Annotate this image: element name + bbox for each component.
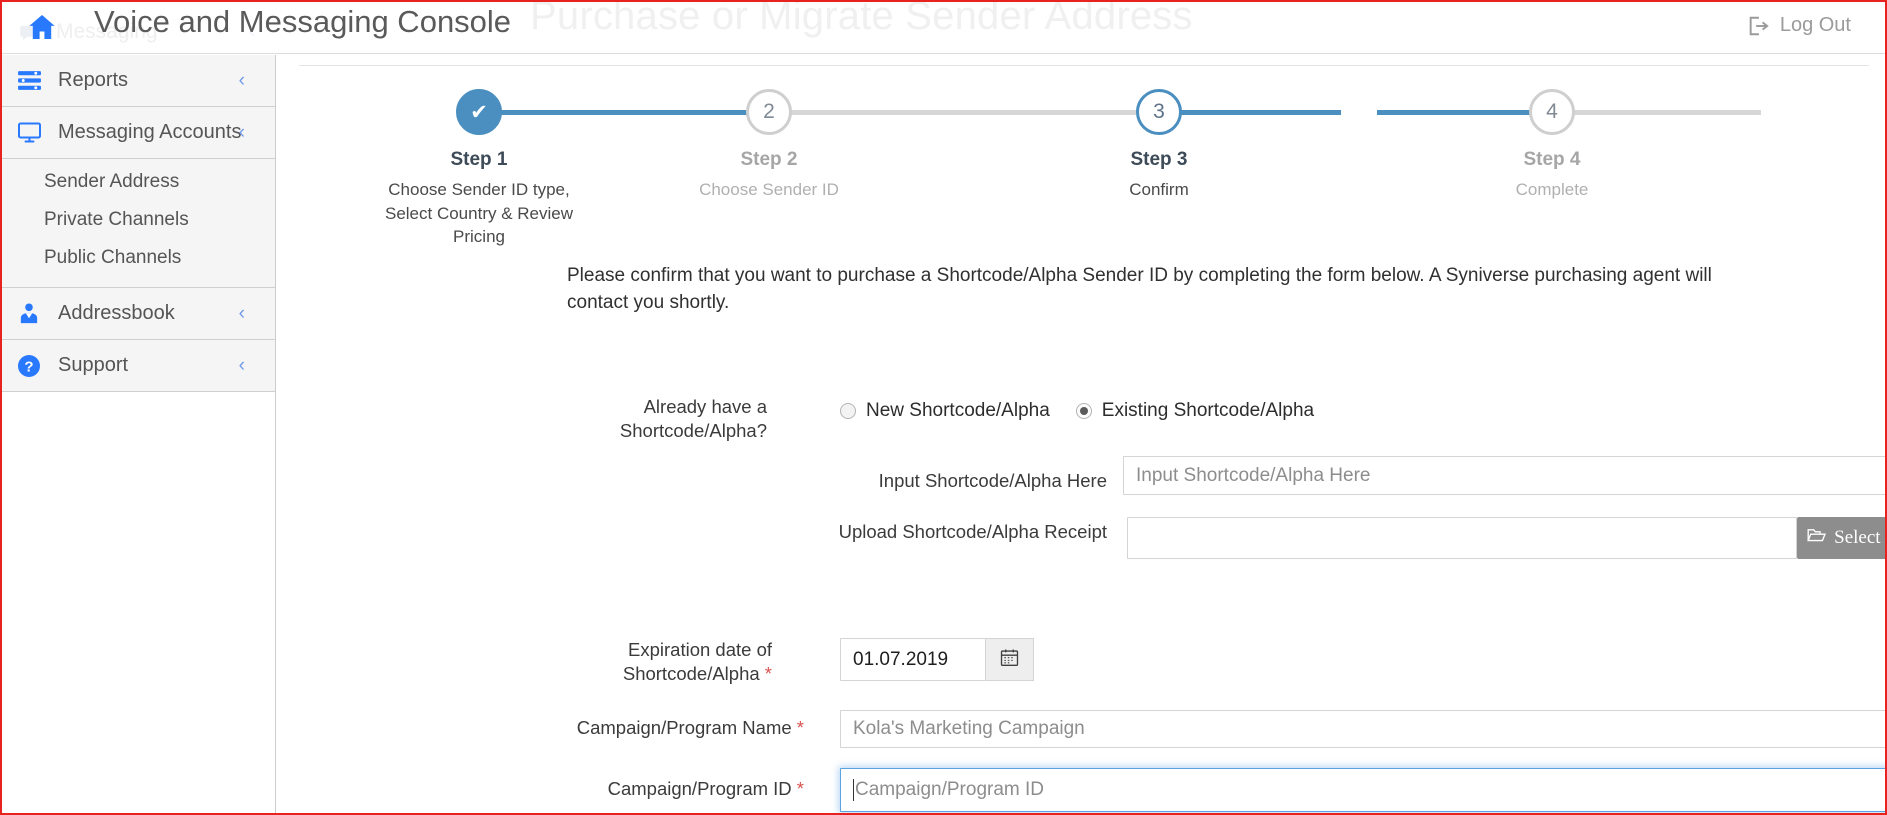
stepper-connector-1a bbox=[487, 110, 769, 115]
step-1-subtitle-line2: Select Country & Review Pricing bbox=[384, 204, 574, 246]
sidebar-item-reports[interactable]: Reports ‹ bbox=[2, 55, 275, 107]
sidebar-item-addressbook[interactable]: Addressbook ‹ bbox=[2, 288, 275, 340]
calendar-icon bbox=[1000, 648, 1019, 672]
campaign-id-label: Campaign/Program ID * bbox=[607, 778, 804, 799]
sidebar: Reports ‹ Messaging Accounts ‹ Sender Ad… bbox=[2, 55, 276, 813]
radio-new-shortcode-label[interactable]: New Shortcode/Alpha bbox=[866, 400, 1050, 422]
step-1-subtitle-line1: Choose Sender ID type, bbox=[388, 180, 570, 199]
question-circle-icon: ? bbox=[16, 354, 42, 377]
campaign-name-label: Campaign/Program Name * bbox=[576, 717, 804, 738]
stepper-connector-3b bbox=[1569, 110, 1761, 115]
monitor-icon bbox=[16, 122, 42, 144]
folder-open-icon bbox=[1807, 527, 1827, 549]
have-shortcode-label-line2: Shortcode/Alpha? bbox=[619, 420, 767, 442]
upload-receipt-input[interactable] bbox=[1127, 517, 1797, 559]
text-caret bbox=[853, 779, 854, 801]
select-file-button[interactable]: Select File bbox=[1797, 517, 1885, 559]
step-1-circle: ✔ bbox=[456, 89, 502, 135]
upload-receipt-label: Upload Shortcode/Alpha Receipt bbox=[838, 521, 1107, 542]
chevron-left-icon[interactable]: ‹ bbox=[239, 356, 245, 375]
reports-list-icon bbox=[16, 70, 42, 92]
have-shortcode-label-line1: Already have a bbox=[643, 396, 767, 417]
radio-new-shortcode[interactable] bbox=[840, 403, 856, 419]
logout-label: Log Out bbox=[1779, 14, 1851, 36]
stepper-connector-2b bbox=[1169, 110, 1341, 115]
step-4-circle: 4 bbox=[1529, 89, 1575, 135]
step-4-subtitle: Complete bbox=[1515, 180, 1589, 199]
home-icon[interactable] bbox=[24, 11, 60, 43]
step-2-subtitle: Choose Sender ID bbox=[699, 180, 839, 199]
sidebar-item-support[interactable]: ? Support ‹ bbox=[2, 340, 275, 392]
logout-button[interactable]: Log Out bbox=[1747, 14, 1851, 37]
sidebar-item-sender-address[interactable]: Sender Address bbox=[2, 163, 275, 201]
stepper-connector-1b bbox=[769, 110, 1059, 115]
campaign-id-placeholder: Campaign/Program ID bbox=[855, 779, 1045, 800]
select-file-label: Select File bbox=[1834, 527, 1885, 548]
step-4-title: Step 4 bbox=[1523, 149, 1581, 170]
chevron-left-icon[interactable]: ‹ bbox=[239, 123, 245, 142]
required-asterisk: * bbox=[796, 778, 804, 799]
step-1-title: Step 1 bbox=[450, 149, 508, 170]
app-title: Voice and Messaging Console bbox=[94, 4, 512, 39]
step-2-title: Step 2 bbox=[740, 149, 798, 170]
campaign-id-input[interactable]: Campaign/Program ID bbox=[840, 768, 1885, 812]
sidebar-item-label: Messaging Accounts bbox=[58, 121, 242, 143]
shortcode-input[interactable]: Input Shortcode/Alpha Here bbox=[1123, 456, 1885, 495]
radio-existing-shortcode[interactable] bbox=[1075, 403, 1092, 419]
required-asterisk: * bbox=[764, 663, 772, 685]
main-content: ✔ Step 1 Choose Sender ID type, Select C… bbox=[277, 55, 1885, 813]
content-divider bbox=[299, 65, 1869, 66]
app-window: Purchase or Migrate Sender Address Messa… bbox=[0, 0, 1887, 815]
have-shortcode-label: Already have a Shortcode/Alpha? bbox=[577, 395, 767, 443]
step-3-subtitle: Confirm bbox=[1129, 180, 1189, 199]
sidebar-item-private-channels[interactable]: Private Channels bbox=[2, 201, 275, 239]
sidebar-item-label: Addressbook bbox=[58, 302, 175, 324]
radio-existing-shortcode-label[interactable]: Existing Shortcode/Alpha bbox=[1102, 400, 1314, 422]
sign-out-icon bbox=[1747, 15, 1769, 37]
expiration-date-label: Expiration date of Shortcode/Alpha * bbox=[577, 638, 772, 686]
campaign-name-input[interactable]: Kola's Marketing Campaign bbox=[840, 710, 1885, 748]
wizard-step-3[interactable]: 3 Step 3 Confirm bbox=[1049, 89, 1269, 201]
expiration-date-label-line2: Shortcode/Alpha * bbox=[622, 663, 772, 685]
sidebar-item-label: Support bbox=[58, 354, 129, 376]
expiration-date-input[interactable]: 01.07.2019 bbox=[840, 638, 986, 681]
step-3-title: Step 3 bbox=[1130, 149, 1188, 170]
confirm-instructions: Please confirm that you want to purchase… bbox=[567, 265, 1712, 314]
wizard-stepper: ✔ Step 1 Choose Sender ID type, Select C… bbox=[377, 89, 1761, 246]
top-bar: Voice and Messaging Console Log Out bbox=[2, 2, 1885, 54]
required-asterisk: * bbox=[796, 717, 804, 738]
calendar-picker-button[interactable] bbox=[986, 638, 1034, 681]
step-2-circle: 2 bbox=[746, 89, 792, 135]
chevron-left-icon[interactable]: ‹ bbox=[239, 304, 245, 323]
expiration-date-label-line1: Expiration date of bbox=[628, 639, 772, 660]
step-3-circle: 3 bbox=[1136, 89, 1182, 135]
sidebar-item-public-channels[interactable]: Public Channels bbox=[2, 239, 275, 277]
chevron-left-icon[interactable]: ‹ bbox=[239, 71, 245, 90]
check-icon: ✔ bbox=[470, 100, 488, 124]
contact-person-icon bbox=[16, 303, 42, 325]
shortcode-input-label: Input Shortcode/Alpha Here bbox=[878, 470, 1107, 491]
wizard-step-2[interactable]: 2 Step 2 Choose Sender ID bbox=[659, 89, 879, 201]
sidebar-item-label: Reports bbox=[58, 69, 129, 91]
sidebar-subgroup-messaging-accounts: Sender Address Private Channels Public C… bbox=[2, 159, 275, 288]
sidebar-item-messaging-accounts[interactable]: Messaging Accounts ‹ bbox=[2, 107, 275, 159]
svg-text:?: ? bbox=[24, 358, 33, 375]
have-shortcode-radio-group: New Shortcode/Alpha Existing Shortcode/A… bbox=[840, 400, 1340, 422]
wizard-step-4[interactable]: 4 Step 4 Complete bbox=[1442, 89, 1662, 201]
